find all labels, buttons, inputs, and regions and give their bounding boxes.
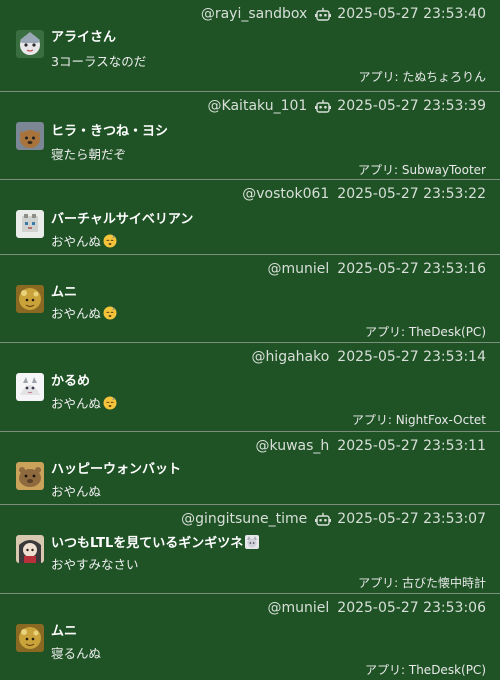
avatar[interactable] — [16, 462, 44, 490]
status-header: @gingitsune_time 2025-05-27 23:53:07 — [181, 511, 486, 527]
status-item[interactable]: @vostok061 2025-05-27 23:53:22 バーチャルサイベリ… — [0, 180, 500, 255]
bot-icon — [315, 99, 332, 113]
svg-text:z: z — [113, 234, 115, 239]
account-handle[interactable]: @vostok061 — [242, 186, 329, 202]
display-name[interactable]: バーチャルサイベリアン — [51, 208, 193, 227]
status-content: おやんぬ z — [51, 303, 117, 322]
fox-character-icon — [245, 535, 260, 549]
svg-text:z: z — [113, 396, 115, 401]
timestamp[interactable]: 2025-05-27 23:53:40 — [337, 6, 486, 22]
status-header: @kuwas_h 2025-05-27 23:53:11 — [256, 438, 486, 454]
timestamp[interactable]: 2025-05-27 23:53:39 — [337, 98, 486, 114]
status-header: @muniel 2025-05-27 23:53:16 — [268, 261, 486, 277]
account-handle[interactable]: @higahako — [251, 349, 329, 365]
status-content: 寝るんぬ — [51, 646, 102, 661]
status-content: 寝たら朝だぞ — [51, 147, 127, 162]
display-name-text: いつもLTLを見ているギンギツネ — [51, 536, 244, 551]
status-content: おやんぬ z — [51, 393, 117, 412]
account-handle[interactable]: @muniel — [268, 261, 330, 277]
app-via: アプリ: TheDesk(PC) — [365, 663, 486, 677]
status-item[interactable]: @Kaitaku_101 2025-05-27 23:53:39 ヒラ・きつね・… — [0, 92, 500, 180]
avatar[interactable] — [16, 122, 44, 150]
status-item[interactable]: @muniel 2025-05-27 23:53:16 ムニ おやんぬ z アプリ… — [0, 255, 500, 343]
status-item[interactable]: @gingitsune_time 2025-05-27 23:53:07 いつも… — [0, 505, 500, 594]
account-handle[interactable]: @rayi_sandbox — [201, 6, 307, 22]
account-handle[interactable]: @muniel — [268, 600, 330, 616]
display-name[interactable]: アライさん — [51, 26, 116, 45]
sleeping-face-icon: z — [103, 396, 117, 410]
bot-icon — [315, 512, 332, 526]
bot-icon — [315, 7, 332, 21]
status-content: おやすみなさい — [51, 557, 139, 572]
status-item[interactable]: @rayi_sandbox 2025-05-27 23:53:40 アライさん … — [0, 0, 500, 92]
svg-text:z: z — [113, 306, 115, 311]
status-header: @vostok061 2025-05-27 23:53:22 — [242, 186, 486, 202]
timestamp[interactable]: 2025-05-27 23:53:16 — [337, 261, 486, 277]
account-handle[interactable]: @Kaitaku_101 — [208, 98, 308, 114]
app-via: アプリ: NightFox-Octet — [351, 413, 486, 427]
app-via: アプリ: 古びた懐中時計 — [358, 576, 486, 590]
avatar[interactable] — [16, 210, 44, 238]
sleeping-face-icon: z — [103, 306, 117, 320]
sleeping-face-icon: z — [103, 234, 117, 248]
status-header: @Kaitaku_101 2025-05-27 23:53:39 — [208, 98, 486, 114]
account-handle[interactable]: @kuwas_h — [256, 438, 330, 454]
timestamp[interactable]: 2025-05-27 23:53:11 — [337, 438, 486, 454]
status-text: おやんぬ — [51, 306, 102, 321]
app-via: アプリ: たぬちょろりん — [358, 70, 487, 84]
status-text: おやんぬ — [51, 396, 102, 411]
avatar[interactable] — [16, 30, 44, 58]
status-header: @muniel 2025-05-27 23:53:06 — [268, 600, 486, 616]
status-item[interactable]: @higahako 2025-05-27 23:53:14 かるめ おやんぬ z … — [0, 343, 500, 432]
status-text: おやんぬ — [51, 234, 102, 249]
status-content: おやんぬ z — [51, 231, 117, 250]
timestamp[interactable]: 2025-05-27 23:53:07 — [337, 511, 486, 527]
status-content: おやんぬ — [51, 484, 102, 499]
display-name[interactable]: ハッピーウォンバット — [51, 458, 181, 477]
status-item[interactable]: @muniel 2025-05-27 23:53:06 ムニ 寝るんぬ アプリ:… — [0, 594, 500, 680]
avatar[interactable] — [16, 535, 44, 563]
display-name[interactable]: ムニ — [51, 281, 77, 300]
display-name[interactable]: ムニ — [51, 620, 77, 639]
timestamp[interactable]: 2025-05-27 23:53:14 — [337, 349, 486, 365]
timestamp[interactable]: 2025-05-27 23:53:06 — [337, 600, 486, 616]
status-header: @rayi_sandbox 2025-05-27 23:53:40 — [201, 6, 486, 22]
display-name[interactable]: ヒラ・きつね・ヨシ — [51, 120, 168, 139]
status-header: @higahako 2025-05-27 23:53:14 — [251, 349, 486, 365]
display-name[interactable]: いつもLTLを見ているギンギツネ — [51, 532, 260, 551]
app-via: アプリ: TheDesk(PC) — [365, 325, 486, 339]
account-handle[interactable]: @gingitsune_time — [181, 511, 307, 527]
display-name[interactable]: かるめ — [51, 370, 90, 389]
status-item[interactable]: @kuwas_h 2025-05-27 23:53:11 ハッピーウォンバット … — [0, 432, 500, 505]
avatar[interactable] — [16, 624, 44, 652]
timeline[interactable]: @rayi_sandbox 2025-05-27 23:53:40 アライさん … — [0, 0, 500, 680]
app-via: アプリ: SubwayTooter — [358, 163, 486, 177]
avatar[interactable] — [16, 285, 44, 313]
timestamp[interactable]: 2025-05-27 23:53:22 — [337, 186, 486, 202]
avatar[interactable] — [16, 373, 44, 401]
status-content: 3コーラスなのだ — [51, 54, 147, 69]
